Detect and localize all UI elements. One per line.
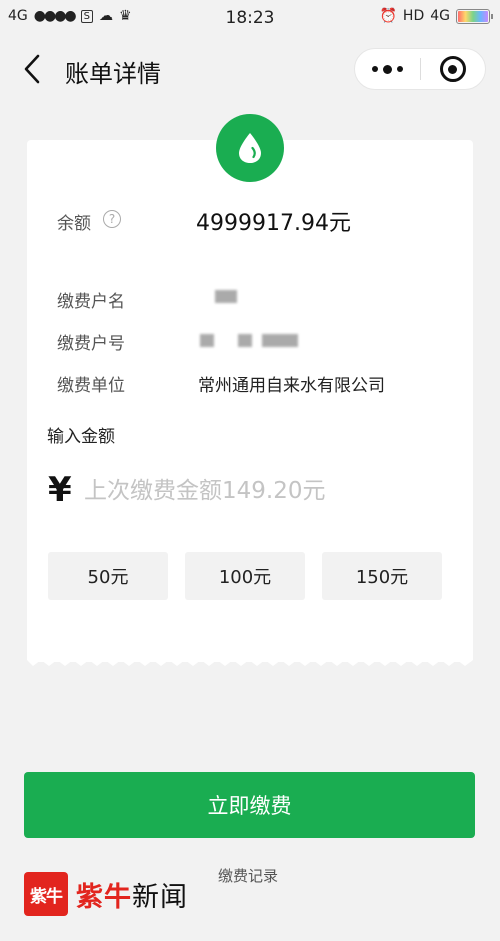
back-button[interactable] <box>18 52 48 86</box>
account-number-redacted <box>262 334 298 347</box>
status-right: ⏰ HD 4G <box>379 8 493 24</box>
account-number-redacted <box>238 334 252 347</box>
alarm-icon: ⏰ <box>379 8 397 24</box>
currency-symbol: ¥ <box>48 470 72 510</box>
target-icon <box>439 56 466 82</box>
navigation-bar: 账单详情 <box>0 40 500 100</box>
account-number-redacted <box>200 334 214 347</box>
pay-now-button[interactable]: 立即缴费 <box>24 772 475 838</box>
more-button[interactable] <box>355 49 420 89</box>
balance-value: 4999917.94元 <box>196 211 351 236</box>
account-name-label: 缴费户名 <box>57 292 125 312</box>
logo-wordmark: 紫牛新闻 <box>76 881 188 913</box>
account-number-label: 缴费户号 <box>57 334 125 354</box>
card-serrated-edge <box>27 652 473 666</box>
hd-label: HD <box>402 8 425 24</box>
water-drop-icon <box>239 133 261 163</box>
quick-amount-50-button[interactable]: 50元 <box>48 552 168 600</box>
amount-section-title: 输入金额 <box>47 427 115 447</box>
quick-amount-150-button[interactable]: 150元 <box>322 552 442 600</box>
news-logo: 紫牛 紫牛新闻 <box>24 872 188 916</box>
water-drop-badge <box>216 114 284 182</box>
page-title: 账单详情 <box>65 60 161 88</box>
quick-amount-100-button[interactable]: 100元 <box>185 552 305 600</box>
balance-label: 余额 <box>57 214 91 234</box>
network-right-label: 4G <box>430 8 450 24</box>
amount-input[interactable] <box>84 472 444 510</box>
company-label: 缴费单位 <box>57 376 125 396</box>
battery-icon <box>456 8 493 24</box>
help-icon[interactable]: ? <box>103 210 121 228</box>
logo-badge-icon: 紫牛 <box>24 872 68 916</box>
more-dots-icon <box>371 64 403 74</box>
mini-program-capsule <box>354 48 486 90</box>
payment-records-link[interactable]: 缴费记录 <box>218 865 278 886</box>
chevron-left-icon <box>24 54 40 84</box>
company-value: 常州通用自来水有限公司 <box>198 376 385 396</box>
close-mini-program-button[interactable] <box>421 49 486 89</box>
status-bar: 4G ●●●● S ☁ ♛ 18:23 ⏰ HD 4G <box>0 0 500 36</box>
account-name-redacted <box>215 290 237 303</box>
